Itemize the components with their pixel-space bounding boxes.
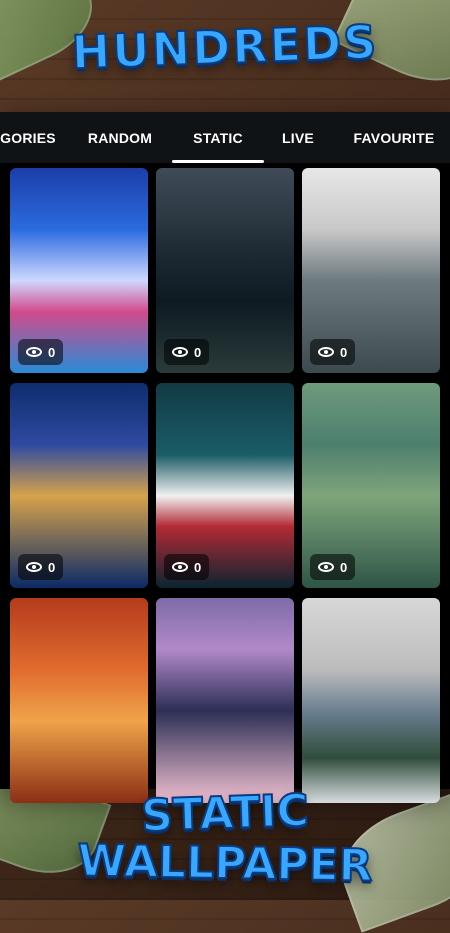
tab-static[interactable]: STATIC <box>183 113 253 163</box>
wallpaper-grid: 0 0 0 0 0 0 <box>10 168 440 803</box>
view-count: 0 <box>194 344 202 360</box>
promo-title-bottom-line1: STATIC <box>139 784 310 843</box>
view-count-badge: 0 <box>18 339 64 365</box>
wallpaper-card[interactable]: 0 <box>156 168 294 373</box>
view-count: 0 <box>340 559 348 575</box>
tab-favourite[interactable]: FAVOURITE <box>345 113 443 163</box>
eye-icon <box>318 347 334 357</box>
view-count: 0 <box>194 559 202 575</box>
promo-title-bottom-line2: WALLPAPER <box>76 834 374 892</box>
view-count: 0 <box>48 344 56 360</box>
wallpaper-card[interactable]: 0 <box>10 383 148 588</box>
view-count-badge: 0 <box>18 554 64 580</box>
view-count: 0 <box>48 559 56 575</box>
wallpaper-card[interactable]: 0 <box>10 168 148 373</box>
tab-live[interactable]: LIVE <box>278 113 318 163</box>
wallpaper-card[interactable]: 0 <box>302 168 440 373</box>
view-count-badge: 0 <box>164 554 210 580</box>
wallpaper-card[interactable] <box>302 598 440 803</box>
eye-icon <box>318 562 334 572</box>
eye-icon <box>172 562 188 572</box>
eye-icon <box>172 347 188 357</box>
tab-bar: GORIES RANDOM STATIC LIVE FAVOURITE <box>0 113 450 163</box>
promo-title-bottom: STATIC WALLPAPER <box>0 784 450 892</box>
wallpaper-card[interactable] <box>10 598 148 803</box>
view-count-badge: 0 <box>310 554 356 580</box>
tab-categories[interactable]: GORIES <box>0 113 68 163</box>
selected-tab-indicator <box>172 160 264 163</box>
app-screen: GORIES RANDOM STATIC LIVE FAVOURITE 0 0 … <box>0 112 450 803</box>
tab-random[interactable]: RANDOM <box>80 113 160 163</box>
view-count-badge: 0 <box>310 339 356 365</box>
wallpaper-card[interactable] <box>156 598 294 803</box>
eye-icon <box>26 562 42 572</box>
wallpaper-card[interactable]: 0 <box>156 383 294 588</box>
view-count: 0 <box>340 344 348 360</box>
view-count-badge: 0 <box>164 339 210 365</box>
wallpaper-card[interactable]: 0 <box>302 383 440 588</box>
eye-icon <box>26 347 42 357</box>
